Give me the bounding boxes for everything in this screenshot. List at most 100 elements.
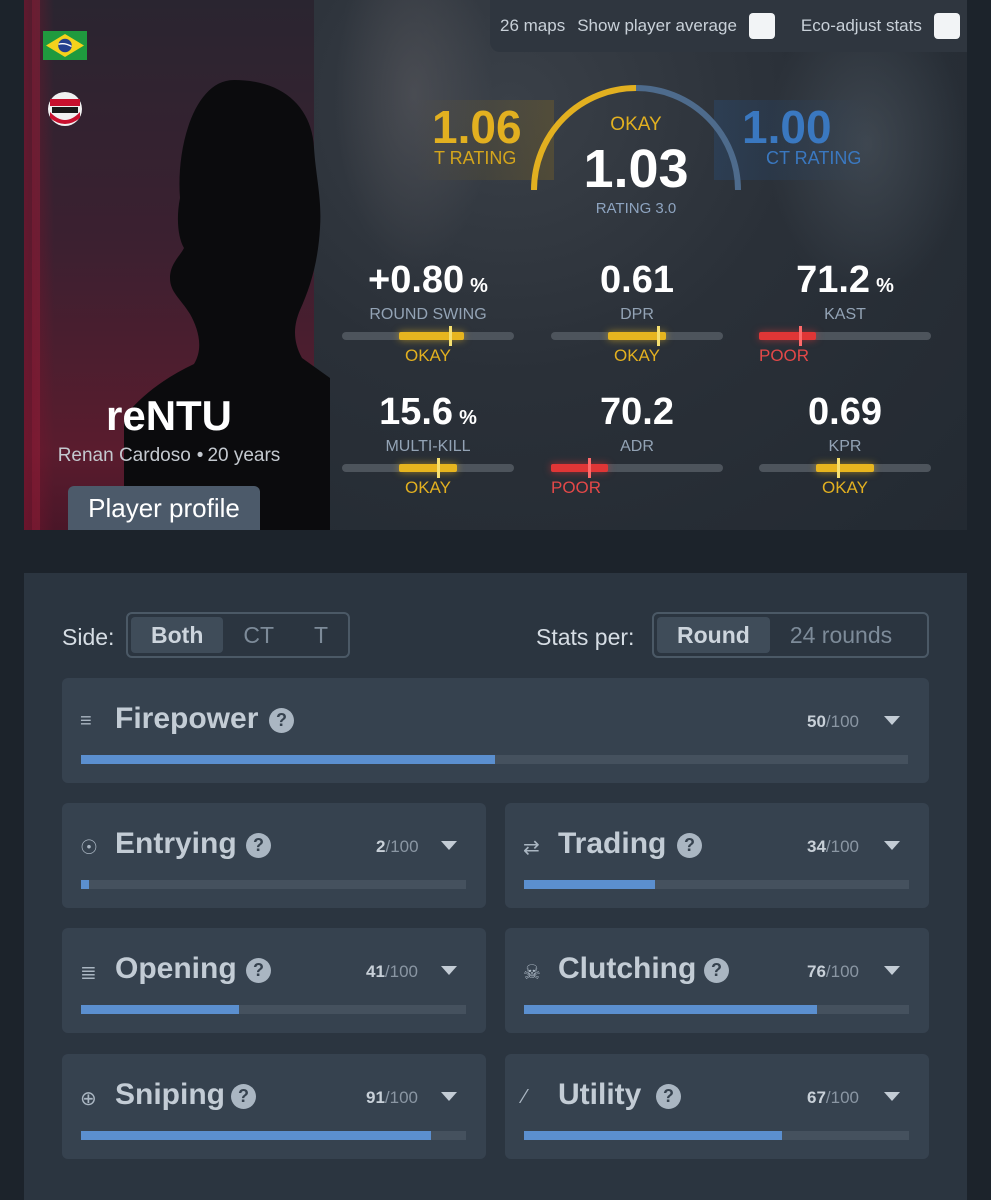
per-option-24-rounds[interactable]: 24 rounds — [770, 617, 912, 653]
player-hero: 26 maps Show player average Eco-adjust s… — [24, 0, 967, 530]
stat-bar — [342, 458, 514, 478]
stat-label: ROUND SWING — [369, 306, 487, 323]
category-title: Entrying — [115, 827, 237, 860]
category-score-max: /100 — [385, 837, 419, 856]
separator-dot: • — [196, 445, 204, 466]
stat-bar-fill — [551, 464, 608, 472]
player-nickname: reNTU — [105, 392, 233, 439]
ct-rating-label: CT RATING — [766, 148, 862, 168]
stat-bar — [759, 326, 931, 346]
stat-bar — [551, 458, 723, 478]
category-progress-fill — [524, 1131, 782, 1140]
help-icon[interactable]: ? — [246, 958, 271, 983]
stat-unit: % — [876, 275, 894, 297]
category-title: Trading — [558, 827, 667, 860]
help-icon[interactable]: ? — [269, 708, 294, 733]
chevron-down-icon[interactable] — [441, 1092, 457, 1101]
chevron-down-icon[interactable] — [441, 966, 457, 975]
stat-bar-marker — [656, 326, 660, 346]
category-progress-fill — [81, 880, 89, 889]
show-average-label: Show player average — [577, 16, 737, 35]
chevron-down-icon[interactable] — [884, 841, 900, 850]
category-progress-track — [81, 1131, 466, 1140]
side-option-t[interactable]: T — [294, 617, 348, 653]
help-icon[interactable]: ? — [677, 833, 702, 858]
category-progress-track — [524, 1131, 909, 1140]
stat-bar-fill — [759, 332, 816, 340]
stat-verdict: OKAY — [405, 478, 451, 497]
category-score: 67/100 — [807, 1088, 859, 1108]
category-score-value: 67 — [807, 1088, 826, 1107]
stat-value: +0.80 — [368, 259, 465, 301]
stat-value-line: 71.2% — [759, 258, 931, 302]
help-icon[interactable]: ? — [704, 958, 729, 983]
category-score-value: 34 — [807, 837, 826, 856]
show-average-checkbox[interactable] — [748, 13, 775, 39]
help-icon[interactable]: ? — [656, 1084, 681, 1109]
stat-tile: 0.69 KPR OKAY — [759, 390, 931, 498]
category-title: Clutching — [558, 952, 697, 985]
t-rating-value: 1.06 — [432, 101, 522, 153]
category-card-clutching[interactable]: ☠ Clutching? 76/100 — [505, 928, 929, 1033]
team-logo-icon — [48, 92, 82, 126]
rating-label: RATING 3.0 — [595, 200, 677, 217]
stat-bar-marker — [799, 326, 803, 346]
category-card-trading[interactable]: ⇄ Trading? 34/100 — [505, 803, 929, 908]
stat-bar-marker — [587, 458, 591, 478]
category-progress-fill — [81, 1131, 432, 1140]
player-age: 20 years — [207, 445, 281, 466]
per-option-round[interactable]: Round — [657, 617, 770, 653]
chevron-down-icon[interactable] — [884, 966, 900, 975]
side-option-both[interactable]: Both — [131, 617, 224, 653]
category-score-max: /100 — [825, 712, 860, 731]
category-progress-track — [81, 1005, 466, 1014]
category-card-entrying[interactable]: ☉ Entrying? 2/100 — [62, 803, 486, 908]
entrying-icon: ☉ — [80, 837, 98, 859]
clutching-icon: ☠ — [523, 962, 541, 984]
category-score: 76/100 — [807, 962, 859, 982]
category-card-sniping[interactable]: ⊕ Sniping? 91/100 — [62, 1054, 486, 1159]
player-profile-button[interactable]: Player profile — [68, 486, 260, 530]
stat-value: 15.6 — [379, 391, 454, 433]
stat-bar-fill — [815, 464, 875, 472]
category-card-opening[interactable]: ≣ Opening? 41/100 — [62, 928, 486, 1033]
help-icon[interactable]: ? — [246, 833, 271, 858]
stat-value-line: 0.69 — [759, 390, 931, 434]
brazil-flag-icon — [43, 31, 87, 60]
category-progress-track — [81, 880, 466, 889]
side-option-ct[interactable]: CT — [223, 617, 294, 653]
stat-verdict: OKAY — [614, 346, 660, 365]
eco-adjust-checkbox[interactable] — [933, 13, 960, 39]
opening-icon: ≣ — [80, 962, 97, 984]
stat-unit: % — [459, 407, 477, 429]
chevron-down-icon[interactable] — [441, 841, 457, 850]
sniping-icon: ⊕ — [80, 1088, 97, 1110]
category-progress-track — [81, 755, 908, 764]
rating-verdict: OKAY — [610, 114, 662, 135]
stat-label: KPR — [828, 438, 862, 455]
category-card-firepower[interactable]: ≡ Firepower? 50/100 — [62, 678, 929, 783]
stat-unit: % — [470, 275, 488, 297]
stat-value-line: +0.80% — [342, 258, 514, 302]
stat-tile: 0.61 DPR OKAY — [551, 258, 723, 366]
stat-bar-fill — [398, 464, 458, 472]
stat-bar-marker — [837, 458, 841, 478]
stat-value: 0.61 — [600, 259, 674, 301]
stat-verdict: POOR — [551, 478, 602, 497]
category-title: Sniping — [115, 1078, 225, 1111]
eco-adjust-label: Eco-adjust stats — [800, 16, 922, 35]
category-title: Utility — [558, 1078, 642, 1111]
stat-label: DPR — [620, 306, 654, 323]
stat-label: MULTI-KILL — [385, 438, 471, 455]
chevron-down-icon[interactable] — [884, 1092, 900, 1101]
stat-bar — [342, 326, 514, 346]
category-card-utility[interactable]: ⁄ Utility? 67/100 — [505, 1054, 929, 1159]
category-progress-fill — [524, 1005, 817, 1014]
stats-per-label: Stats per: — [536, 624, 635, 650]
category-score-value: 41 — [366, 962, 385, 981]
chevron-down-icon[interactable] — [884, 716, 900, 725]
stat-verdict: OKAY — [405, 346, 451, 365]
category-score: 2/100 — [376, 837, 419, 857]
help-icon[interactable]: ? — [231, 1084, 256, 1109]
stat-value-line: 70.2 — [551, 390, 723, 434]
